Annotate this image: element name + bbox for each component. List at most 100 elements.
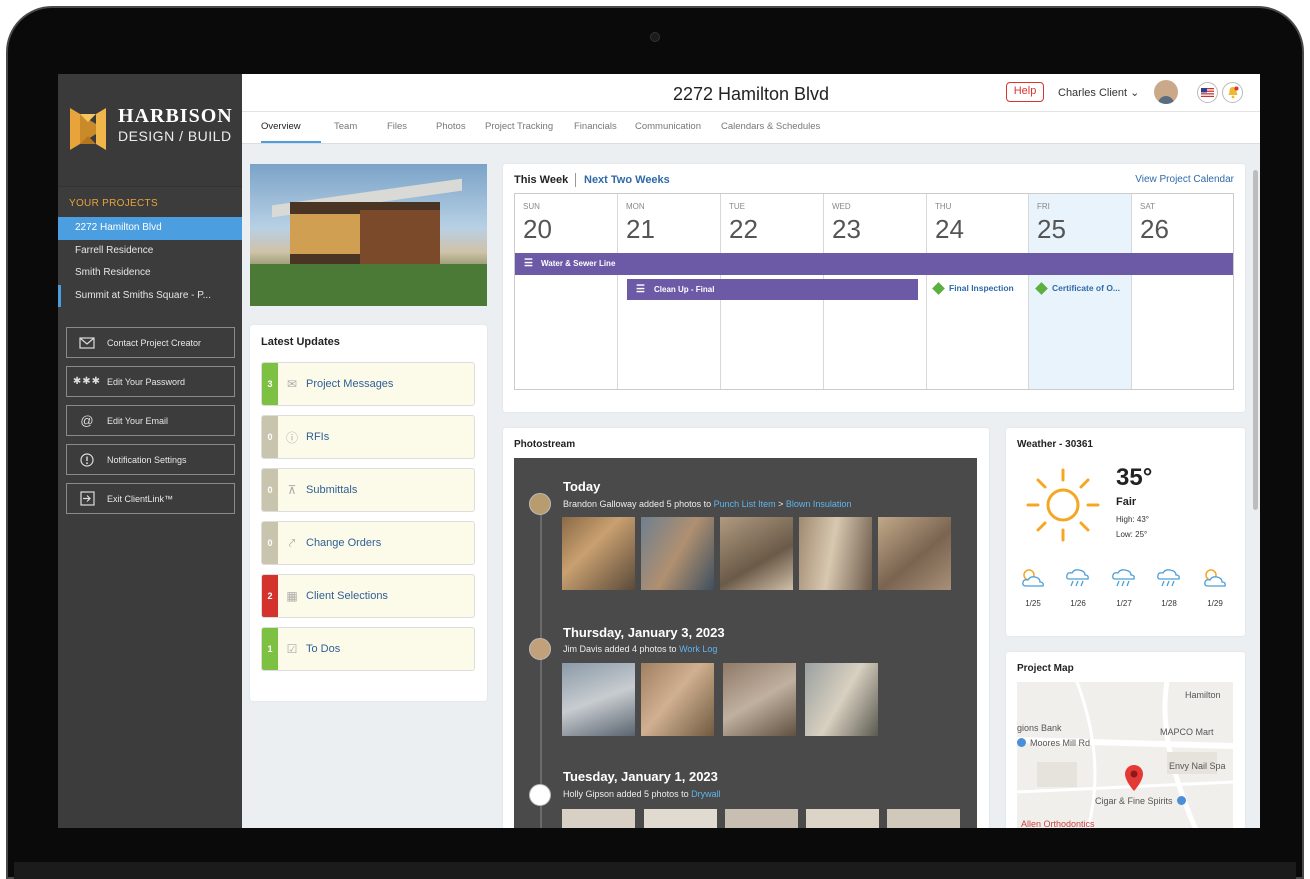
camera [650,32,660,42]
photo-thumbnail[interactable] [720,517,793,590]
user-menu[interactable]: Charles Client ⌄ [1058,86,1139,99]
latest-updates-title: Latest Updates [261,336,340,348]
day-name: SUN [523,202,540,211]
update-client-selections[interactable]: 2 ▦ Client Selections [261,574,475,618]
tab-communication[interactable]: Communication [635,121,701,132]
next-two-weeks-tab[interactable]: Next Two Weeks [584,174,670,186]
photo-thumbnail[interactable] [562,663,635,736]
day-sat[interactable]: SAT 26 [1132,194,1233,389]
photo-thumbnail[interactable] [799,517,872,590]
contact-project-creator-label: Contact Project Creator [107,337,202,348]
this-week-tab[interactable]: This Week [514,174,568,186]
tab-bar: Overview Team Files Photos Project Track… [242,112,1260,144]
avatar[interactable] [529,638,551,660]
avatar[interactable] [529,493,551,515]
map-poi-icon [1017,738,1026,747]
calendar-card: This Week Next Two Weeks View Project Ca… [503,164,1245,412]
weather-title: Weather - 30361 [1017,439,1093,450]
photo-thumbnail[interactable] [562,809,635,828]
photo-thumbnail[interactable] [887,809,960,828]
photo-thumbnail[interactable] [878,517,951,590]
help-button[interactable]: Help [1006,82,1044,102]
tab-team[interactable]: Team [334,121,357,132]
forecast-date: 1/28 [1161,599,1177,608]
photo-thumbnail[interactable] [644,809,717,828]
update-rfis[interactable]: 0 ⓘ RFIs [261,415,475,459]
photo-thumbnail[interactable] [641,663,714,736]
gipson-logo-icon[interactable] [529,784,551,806]
photo-thumbnail[interactable] [641,517,714,590]
rain-icon [1157,569,1180,587]
top-bar: 2272 Hamilton Blvd Help Charles Client ⌄ [242,74,1260,112]
forecast-date: 1/25 [1025,599,1041,608]
envelope-icon [67,336,107,349]
day-sun[interactable]: SUN 20 [515,194,618,389]
milestone-diamond-icon [1035,281,1048,295]
photo-thumbnail[interactable] [725,809,798,828]
day-date: 22 [729,214,758,244]
tab-financials[interactable]: Financials [574,121,617,132]
notification-settings-button[interactable]: Notification Settings [66,444,235,475]
tab-project-tracking[interactable]: Project Tracking [485,121,553,132]
brand-logo[interactable]: HARBISON DESIGN / BUILD [58,74,242,187]
contact-project-creator-button[interactable]: Contact Project Creator [66,327,235,358]
blown-insulation-link[interactable]: Blown Insulation [786,499,852,509]
update-project-messages[interactable]: 3 ✉ Project Messages [261,362,475,406]
update-label: Submittals [306,484,358,496]
event-label: Water & Sewer Line [541,259,616,268]
photo-group-subtitle: Holly Gipson added 5 photos to Drywall [563,789,721,799]
active-tab-indicator [261,141,321,143]
milestone-certificate[interactable]: Certificate of O... [1035,281,1121,295]
partly-sunny-icon [1204,569,1226,587]
map-label: gions Bank [1017,723,1062,733]
scrollbar[interactable] [1253,170,1258,510]
project-item-hamilton[interactable]: 2272 Hamilton Blvd [58,217,242,240]
milestone-final-inspection[interactable]: Final Inspection [932,281,1014,295]
project-photo[interactable] [250,164,487,306]
punch-list-link[interactable]: Punch List Item [714,499,776,509]
forecast-date: 1/26 [1070,599,1086,608]
exit-clientlink-label: Exit ClientLink™ [107,493,174,504]
user-avatar[interactable] [1154,80,1178,104]
update-change-orders[interactable]: 0 ⤤ Change Orders [261,521,475,565]
event-clean-up-final[interactable]: ☰ Clean Up - Final [627,279,918,300]
tab-files[interactable]: Files [387,121,407,132]
tab-photos[interactable]: Photos [436,121,466,132]
brand-tagline: DESIGN / BUILD [118,128,232,144]
work-log-link[interactable]: Work Log [679,644,717,654]
event-water-sewer-line[interactable]: ☰ Water & Sewer Line [515,253,1233,275]
project-item-farrell[interactable]: Farrell Residence [58,240,242,263]
day-name: FRI [1037,202,1050,211]
project-list: 2272 Hamilton Blvd Farrell Residence Smi… [58,217,242,307]
milestone-label: Final Inspection [949,283,1014,293]
photo-thumbnail[interactable] [805,663,878,736]
photo-thumbnail[interactable] [806,809,879,828]
notification-bell-icon[interactable] [1222,82,1243,103]
tab-calendars-schedules[interactable]: Calendars & Schedules [721,121,820,132]
exit-clientlink-button[interactable]: Exit ClientLink™ [66,483,235,514]
day-date: 23 [832,214,861,244]
project-map[interactable]: Hamilton gions Bank Moores Mill Rd MAPCO… [1017,682,1233,828]
photo-thumbnail[interactable] [723,663,796,736]
day-date: 20 [523,214,552,244]
tab-overview[interactable]: Overview [261,121,301,132]
us-flag-icon[interactable] [1197,82,1218,103]
project-item-smith[interactable]: Smith Residence [58,262,242,285]
milestone-label: Certificate of O... [1052,283,1121,293]
forecast-day: 1/25 [1015,566,1051,608]
map-pin-icon[interactable] [1125,765,1143,791]
photo-thumbnail[interactable] [562,517,635,590]
rain-icon [1066,569,1089,587]
forecast-day: 1/26 [1060,566,1096,608]
drywall-link[interactable]: Drywall [691,789,721,799]
shopping-poi-icon [1176,796,1186,805]
project-item-summit[interactable]: Summit at Smiths Square - P... [58,284,242,307]
edit-password-button[interactable]: ✱✱✱ Edit Your Password [66,366,235,397]
photo-group-subtitle: Jim Davis added 4 photos to Work Log [563,644,718,654]
update-to-dos[interactable]: 1 ☑ To Dos [261,627,475,671]
latest-updates-card: Latest Updates 3 ✉ Project Messages 0 ⓘ … [250,325,487,701]
map-label: Hamilton [1185,690,1221,700]
view-project-calendar-link[interactable]: View Project Calendar [1135,174,1234,185]
update-submittals[interactable]: 0 ⊼ Submittals [261,468,475,512]
edit-email-button[interactable]: @ Edit Your Email [66,405,235,436]
